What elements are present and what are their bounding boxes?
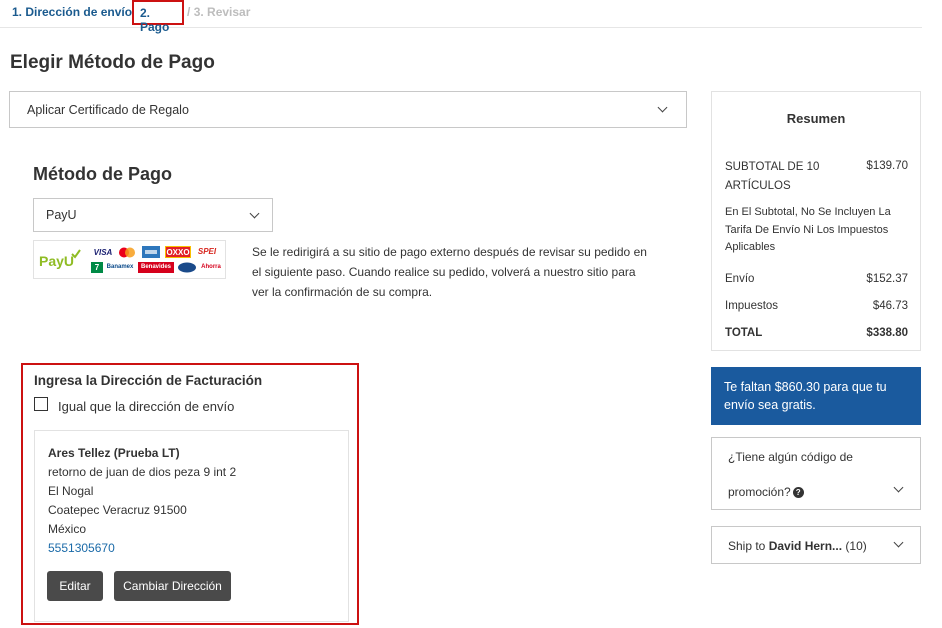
payment-redirect-description: Se le redirigirá a su sitio de pago exte… <box>252 245 647 299</box>
checkout-steps: 1. Dirección de envío 2. Pago / 3. Revis… <box>0 0 922 34</box>
billing-address-card: Ares Tellez (Prueba LT) retorno de juan … <box>34 430 349 622</box>
banamex-icon: Banamex <box>106 264 134 270</box>
address-name: Ares Tellez (Prueba LT) <box>48 446 180 460</box>
address-country: México <box>48 522 87 536</box>
walmart-icon <box>178 262 196 273</box>
ship-to-accordion[interactable]: Ship to David Hern... (10) <box>711 526 921 564</box>
shipping-label: Envío <box>725 273 755 285</box>
promo-label-text: promoción? <box>728 485 791 499</box>
farmacias-ahorro-icon: Ahorra <box>201 264 221 270</box>
address-phone[interactable]: 5551305670 <box>48 541 115 555</box>
address-line2: El Nogal <box>48 484 94 498</box>
ship-to-text: Ship to David Hern... (10) <box>728 539 867 553</box>
chevron-down-icon <box>893 482 904 493</box>
billing-address-section: Ingresa la Dirección de Facturación Igua… <box>21 363 359 625</box>
payu-logo: PayU VISA OXXO SPEI 7 Banamex Benavides … <box>33 240 226 279</box>
taxes-value: $46.73 <box>872 300 908 312</box>
gift-certificate-label: Aplicar Certificado de Regalo <box>27 103 189 117</box>
step-review-label: 3. Revisar <box>193 5 251 19</box>
chevron-down-icon <box>893 537 904 548</box>
promo-code-accordion[interactable]: ¿Tiene algún código de promoción?? <box>711 437 921 510</box>
payment-method-select[interactable]: PayU <box>33 198 273 232</box>
benavides-icon: Benavides <box>138 262 174 273</box>
payu-brand: PayU <box>39 253 75 269</box>
ship-to-count: (10) <box>845 539 867 553</box>
same-as-shipping-label[interactable]: Igual que la dirección de envío <box>58 399 234 414</box>
edit-address-button[interactable]: Editar <box>47 571 103 601</box>
oxxo-icon: OXXO <box>165 246 191 258</box>
promo-label-line1: ¿Tiene algún código de <box>728 450 853 464</box>
payu-checkmark-icon <box>71 249 81 259</box>
taxes-label: Impuestos <box>725 300 779 312</box>
chevron-down-icon <box>249 208 260 219</box>
spei-icon: SPEI <box>197 247 217 256</box>
subtotal-value: $139.70 <box>866 160 908 172</box>
gift-certificate-accordion[interactable]: Aplicar Certificado de Regalo <box>9 91 687 128</box>
promo-label-line2: promoción?? <box>728 485 804 499</box>
ship-to-name: David Hern... <box>768 539 843 553</box>
step-separator: / <box>187 5 191 19</box>
step-payment[interactable]: 2. Pago <box>132 0 184 34</box>
ship-to-prefix: Ship to <box>728 539 766 553</box>
page-title: Elegir Método de Pago <box>10 52 215 73</box>
step-review: / 3. Revisar <box>187 5 250 19</box>
subtotal-note: En El Subtotal, No Se Incluyen La Tarifa… <box>725 206 891 253</box>
shipping-value: $152.37 <box>866 273 908 285</box>
visa-card-icon: VISA <box>93 248 113 257</box>
order-summary: Resumen SUBTOTAL DE 10 ARTÍCULOS $139.70… <box>711 91 921 351</box>
free-shipping-banner: Te faltan $860.30 para que tu envío sea … <box>711 367 921 425</box>
change-address-button[interactable]: Cambiar Dirección <box>114 571 231 601</box>
total-label: TOTAL <box>725 327 763 339</box>
question-icon[interactable]: ? <box>792 487 804 499</box>
seven-eleven-icon: 7 <box>91 262 103 273</box>
total-value: $338.80 <box>866 327 908 339</box>
chevron-down-icon <box>657 102 668 113</box>
same-as-shipping-checkbox[interactable] <box>34 397 48 411</box>
payment-method-value: PayU <box>46 208 77 222</box>
mastercard-icon <box>119 247 135 258</box>
subtotal-label: SUBTOTAL DE 10 ARTÍCULOS <box>725 161 820 192</box>
billing-address-title: Ingresa la Dirección de Facturación <box>34 373 263 388</box>
amex-icon <box>142 246 160 258</box>
address-line3: Coatepec Veracruz 91500 <box>48 503 187 517</box>
address-line1: retorno de juan de dios peza 9 int 2 <box>48 465 237 479</box>
step-shipping-address[interactable]: 1. Dirección de envío <box>12 5 132 19</box>
summary-title: Resumen <box>786 111 846 126</box>
payment-method-title: Método de Pago <box>33 164 172 184</box>
